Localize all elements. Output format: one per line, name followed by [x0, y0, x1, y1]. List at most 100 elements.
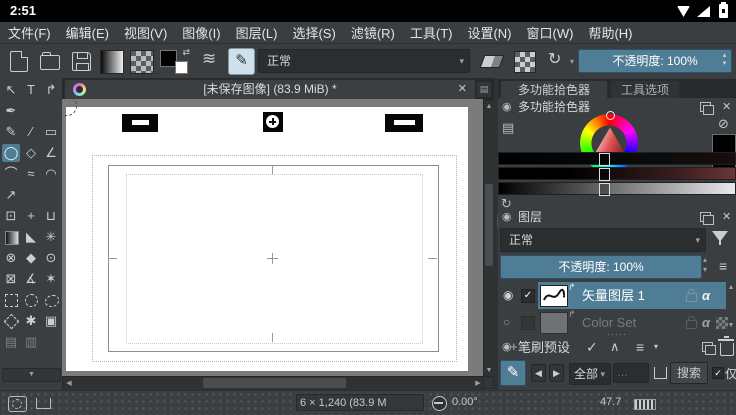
menu-view[interactable]: 视图(V) — [124, 23, 167, 42]
preserve-alpha-icon[interactable] — [514, 51, 536, 73]
menu-tools[interactable]: 工具(T) — [410, 23, 453, 42]
no-color-icon[interactable]: ⊘ — [718, 116, 729, 132]
picker-settings-icon[interactable]: ▤ — [502, 120, 514, 136]
tabbar-corner-button[interactable]: ▤ — [476, 81, 492, 98]
menu-select[interactable]: 选择(S) — [292, 23, 335, 42]
lock-icon[interactable] — [686, 293, 697, 302]
measure-tool-icon[interactable]: ∡ — [22, 270, 40, 288]
menu-image[interactable]: 图像(I) — [182, 23, 220, 42]
detail-view-icon[interactable] — [654, 367, 667, 379]
slider-handle[interactable] — [599, 153, 610, 166]
color-slider-2[interactable] — [498, 167, 736, 180]
color-slider-1[interactable] — [498, 152, 736, 165]
document-tab[interactable]: [未保存图像] (83.9 MiB) * ✕ — [64, 79, 476, 100]
layer-options-icon[interactable]: ≡ — [719, 258, 727, 274]
close-docker-icon[interactable]: ✕ — [722, 210, 731, 224]
alpha-icon[interactable]: α — [702, 288, 710, 303]
bezier-curve-tool-icon[interactable]: ⌒ — [2, 165, 20, 183]
calligraphy-tool-icon[interactable]: ✒ — [2, 102, 20, 120]
menu-filter[interactable]: 滤镜(R) — [351, 23, 395, 42]
slider-handle[interactable] — [599, 183, 610, 196]
polygon-select-tool-icon[interactable] — [2, 312, 20, 330]
tab-advanced-color-selector[interactable]: 多功能拾色器 — [500, 80, 608, 98]
opacity-spinner[interactable]: ▴ ▾ — [720, 52, 729, 68]
crop-tool-icon[interactable]: ⊔ — [42, 207, 60, 225]
blend-mode-dropdown[interactable]: 正常 ▾ — [258, 49, 470, 73]
layer-blend-mode-dropdown[interactable]: 正常 ▾ — [500, 228, 706, 252]
horizontal-scrollbar[interactable]: ◀ ▶ — [62, 376, 485, 391]
preset-search-input[interactable] — [613, 363, 649, 383]
tab-close-icon[interactable]: ✕ — [458, 80, 467, 99]
similar-color-select-tool-icon[interactable]: ✱ — [22, 312, 40, 330]
fill-tool-icon[interactable]: ◆ — [22, 249, 40, 267]
prev-preset-button[interactable]: ◀ — [531, 364, 546, 382]
canvas-mode-icon[interactable] — [36, 398, 51, 409]
gradient-chooser[interactable] — [100, 50, 124, 74]
menu-settings[interactable]: 设置(N) — [467, 23, 511, 42]
layer-checkbox[interactable]: ✓ — [521, 289, 535, 303]
gradient-tool-icon[interactable] — [2, 228, 20, 246]
zoom-slider[interactable] — [634, 399, 656, 410]
scroll-up-icon[interactable]: ▲ — [484, 101, 494, 112]
open-document-icon[interactable] — [40, 55, 60, 70]
add-layer-icon[interactable]: + — [510, 339, 518, 354]
layer-properties-icon[interactable]: ≡ — [636, 339, 644, 355]
edit-brush-settings-button[interactable]: ✎ — [228, 48, 255, 75]
layer-opacity-slider[interactable]: 不透明度: 100% — [500, 255, 702, 279]
freehand-select-tool-icon[interactable] — [42, 291, 60, 309]
only-current-checkbox[interactable]: ✓ — [712, 367, 724, 379]
float-docker-icon[interactable] — [700, 102, 711, 112]
layer-opacity-spinner[interactable]: ▴ ▾ — [702, 255, 712, 277]
close-docker-icon[interactable]: ✕ — [722, 100, 731, 114]
alpha-icon[interactable]: α — [702, 315, 710, 330]
color-slider-3[interactable] — [498, 182, 736, 195]
current-brush-preset-button[interactable]: ✎ — [500, 360, 526, 386]
dynamic-brush-tool-icon[interactable]: ↗ — [2, 186, 20, 204]
layer-checkbox[interactable] — [521, 316, 535, 330]
float-docker-icon[interactable] — [700, 212, 711, 222]
text-tool-icon[interactable]: T — [22, 81, 40, 99]
extra-tool-icon[interactable]: ▤ — [2, 333, 20, 351]
freehand-brush-tool-icon[interactable]: ✎ — [2, 123, 20, 141]
eraser-mode-icon[interactable] — [480, 55, 505, 68]
visibility-eye-icon[interactable]: ◉ — [503, 288, 513, 302]
scroll-down-icon[interactable]: ▼ — [484, 365, 494, 376]
freehand-path-tool-icon[interactable]: ≈ — [22, 165, 40, 183]
layer-row-vector[interactable]: ◉ ✓ ↱ 矢量图层 1 α — [498, 282, 726, 309]
arc-tool-icon[interactable]: ◠ — [42, 165, 60, 183]
polyline-tool-icon[interactable]: ∠ — [42, 144, 60, 162]
zoom-tool-icon[interactable]: ▣ — [42, 312, 60, 330]
search-button[interactable]: 搜索 — [670, 362, 708, 384]
menu-layer[interactable]: 图层(L) — [236, 23, 278, 42]
apply-check-icon[interactable]: ✓ — [586, 339, 598, 356]
next-preset-button[interactable]: ▶ — [549, 364, 564, 382]
reload-preset-icon[interactable]: ↻ — [548, 49, 561, 69]
transform-tool-icon[interactable]: ⊡ — [2, 207, 20, 225]
extra-tool-icon[interactable]: ▥ — [22, 333, 40, 351]
enclose-fill-tool-icon[interactable]: ⊙ — [42, 249, 60, 267]
menu-help[interactable]: 帮助(H) — [588, 23, 632, 42]
new-document-icon[interactable] — [10, 51, 28, 72]
move-tool-icon[interactable]: + — [22, 207, 40, 225]
color-sampler-tool-icon[interactable]: ◣ — [22, 228, 40, 246]
reload-dropdown-icon[interactable]: ▾ — [570, 57, 574, 66]
pattern-chooser[interactable] — [130, 50, 154, 74]
pattern-tool-icon[interactable]: ✳ — [42, 228, 60, 246]
collapse-icon[interactable]: ∧ — [610, 339, 620, 355]
layer-filter-icon[interactable] — [712, 231, 728, 245]
horizontal-scroll-thumb[interactable] — [203, 378, 346, 388]
line-tool-icon[interactable]: ∕ — [22, 123, 40, 141]
assistants-tool-icon[interactable]: ✶ — [42, 270, 60, 288]
preset-filter-dropdown[interactable]: 全部 ▾ — [569, 363, 611, 385]
tab-tool-options[interactable]: 工具选项 — [610, 80, 680, 98]
visibility-eye-icon[interactable]: ○ — [503, 315, 510, 329]
float-docker-icon[interactable] — [702, 342, 713, 352]
rect-select-tool-icon[interactable] — [2, 291, 20, 309]
fg-bg-color-chooser[interactable]: ⇄ — [160, 48, 190, 74]
save-icon[interactable] — [72, 52, 91, 71]
docker-drag-handle[interactable]: ····· — [498, 332, 736, 337]
scroll-left-icon[interactable]: ◀ — [64, 378, 74, 389]
scroll-right-icon[interactable]: ▶ — [473, 378, 483, 389]
chevron-down-icon[interactable]: ▾ — [654, 342, 658, 351]
canvas-viewport[interactable] — [62, 99, 483, 376]
